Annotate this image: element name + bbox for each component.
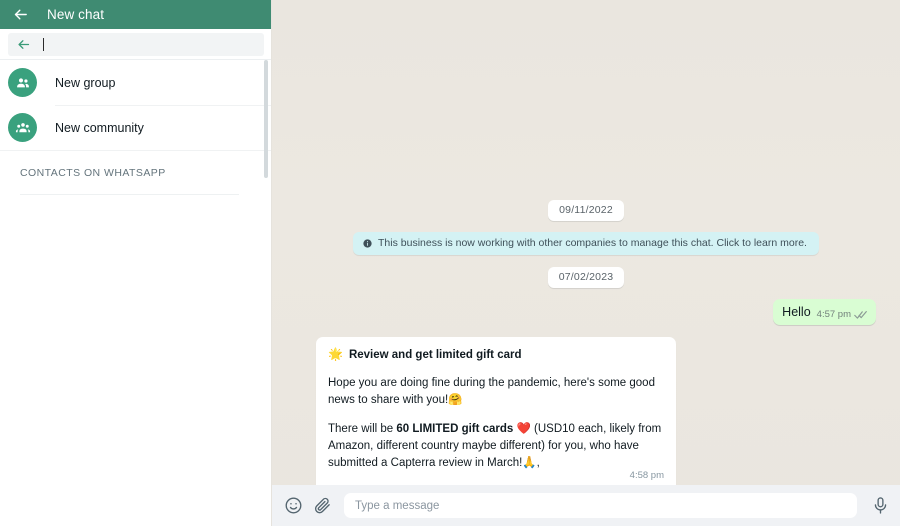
community-people-icon [8, 113, 37, 142]
group-people-icon [8, 68, 37, 97]
sparkle-emoji-icon: 🌟 [328, 347, 343, 361]
list-item-new-group[interactable]: New group [0, 60, 272, 105]
hug-emoji-icon: 🤗 [448, 394, 463, 406]
card-title-row: 🌟 Review and get limited gift card [328, 347, 664, 363]
chat-panel: 09/11/2022 This business is now working … [272, 0, 900, 526]
card-time: 4:58 pm [629, 470, 664, 481]
message-input[interactable]: Type a message [344, 493, 857, 518]
search-input[interactable] [43, 33, 264, 56]
card-paragraph-2-tail: , [536, 457, 540, 469]
date-pill: 07/02/2023 [547, 267, 625, 288]
microphone-icon[interactable] [871, 496, 890, 515]
panel-title: New chat [47, 7, 105, 22]
info-icon [363, 238, 372, 248]
double-check-icon [854, 310, 868, 320]
smiley-icon[interactable] [284, 496, 303, 515]
list-item-new-community[interactable]: New community [0, 105, 272, 150]
text-caret [43, 38, 44, 51]
message-list-spacer [288, 0, 884, 200]
panel-scrollbar[interactable] [264, 60, 268, 178]
card-meta: 4:58 pm [316, 470, 676, 485]
search-row [0, 29, 272, 59]
search-box[interactable] [8, 33, 264, 56]
heart-emoji-icon: ❤️ [513, 423, 535, 435]
contacts-section-header: CONTACTS ON WHATSAPP [0, 150, 272, 194]
card-content: 🌟 Review and get limited gift card Hope … [316, 337, 676, 474]
card-paragraph-2-bold: 60 LIMITED gift cards [396, 423, 514, 435]
list-item-label: New community [55, 121, 144, 135]
list-item-body: New community [55, 105, 272, 150]
message-input-placeholder: Type a message [355, 499, 440, 512]
system-message[interactable]: This business is now working with other … [353, 232, 819, 255]
outgoing-message-row: Hello 4:57 pm [288, 299, 884, 325]
card-paragraph-1-text: Hope you are doing fine during the pande… [328, 377, 655, 406]
message-time: 4:57 pm [816, 309, 851, 320]
date-separator-row: 07/02/2023 [288, 267, 884, 288]
incoming-card-bubble[interactable]: 🌟 Review and get limited gift card Hope … [316, 337, 676, 485]
message-list[interactable]: 09/11/2022 This business is now working … [272, 0, 900, 485]
message-meta: 4:57 pm [817, 309, 868, 320]
card-paragraph-2: There will be 60 LIMITED gift cards ❤️ (… [328, 421, 664, 472]
date-separator-row: 09/11/2022 [288, 200, 884, 221]
incoming-message-row: 🌟 Review and get limited gift card Hope … [288, 337, 884, 485]
list-item-label: New group [55, 75, 116, 90]
pray-emoji-icon: 🙏 [522, 457, 537, 469]
card-paragraph-2-lead: There will be [328, 423, 397, 435]
system-message-row: This business is now working with other … [288, 232, 884, 255]
outgoing-bubble[interactable]: Hello 4:57 pm [773, 299, 876, 325]
panel-header: New chat [0, 0, 272, 29]
outgoing-message-text: Hello [782, 305, 811, 319]
back-arrow-icon[interactable] [12, 6, 29, 23]
system-message-text: This business is now working with other … [378, 237, 807, 249]
contacts-section-divider [20, 194, 239, 195]
whatsapp-web-window: New chat New group New community CONTACT… [0, 0, 900, 526]
new-chat-panel: New chat New group New community CONTACT… [0, 0, 272, 526]
paperclip-icon[interactable] [313, 496, 332, 515]
contacts-section-label: CONTACTS ON WHATSAPP [20, 166, 166, 179]
date-pill: 09/11/2022 [548, 200, 624, 221]
message-composer: Type a message [272, 485, 900, 526]
new-chat-list: New group New community CONTACTS ON WHAT… [0, 60, 272, 526]
card-title: Review and get limited gift card [348, 349, 522, 361]
card-paragraph-1: Hope you are doing fine during the pande… [328, 375, 664, 409]
list-item-body: New group [55, 60, 272, 105]
search-back-arrow-icon[interactable] [16, 37, 31, 52]
